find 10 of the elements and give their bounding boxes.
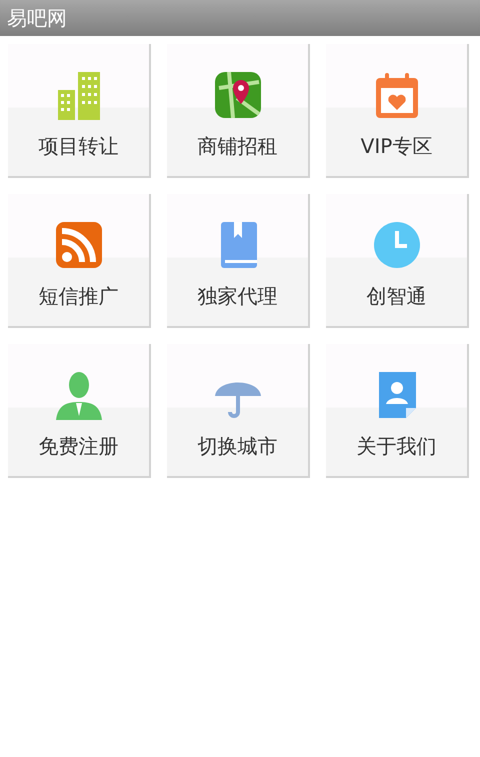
window-title: 易吧网 [0, 0, 480, 36]
menu-tile[interactable]: 关于我们 [326, 344, 469, 478]
menu-tile[interactable]: 项目转让 [8, 44, 151, 178]
menu-tile[interactable]: VIP专区 [326, 44, 469, 178]
menu-tile[interactable]: 切换城市 [167, 344, 310, 478]
menu-tile[interactable]: 独家代理 [167, 194, 310, 328]
menu-tile[interactable]: 短信推广 [8, 194, 151, 328]
menu-tile[interactable]: 免费注册 [8, 344, 151, 478]
menu-tile[interactable]: 商铺招租 [167, 44, 310, 178]
menu-tile[interactable]: 创智通 [326, 194, 469, 328]
